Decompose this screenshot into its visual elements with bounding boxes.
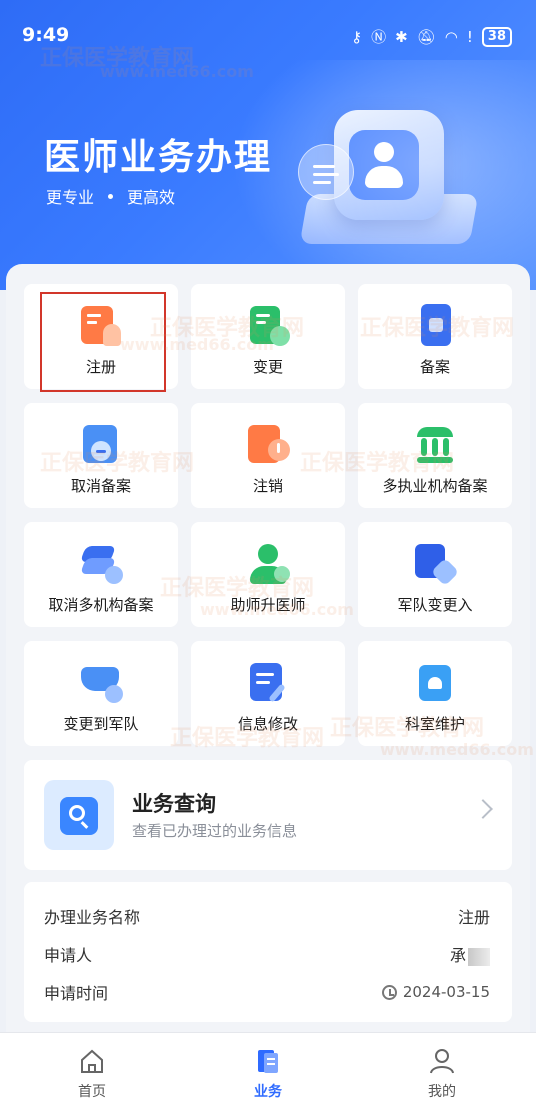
- alert-icon: !: [466, 27, 473, 46]
- tab-home[interactable]: 首页: [52, 1047, 132, 1101]
- record-applicant-value: 承: [449, 946, 466, 965]
- service-info-edit[interactable]: 信息修改: [191, 641, 345, 746]
- bottom-tab-bar: 首页 业务 我的: [0, 1032, 536, 1114]
- query-description: 查看已办理过的业务信息: [132, 822, 298, 840]
- assistant-upgrade-icon: [246, 542, 290, 586]
- service-label: 备案: [419, 358, 450, 376]
- service-register[interactable]: 注册: [24, 284, 178, 392]
- service-filing[interactable]: 备案: [358, 284, 512, 389]
- service-label: 注册: [85, 358, 116, 376]
- status-bar: 9:49 ⚷ Ⓝ ✱ 🔕︎ ◠ ! 38: [0, 0, 536, 68]
- register-icon: [79, 304, 123, 348]
- deregister-icon: [246, 423, 290, 467]
- redacted-mark: [468, 947, 490, 966]
- service-military-transfer-in[interactable]: 军队变更入: [358, 522, 512, 627]
- profile-icon: [428, 1047, 456, 1075]
- service-label: 助师升医师: [230, 596, 306, 614]
- status-time: 9:49: [22, 24, 70, 46]
- record-applicant-value-wrap: 承: [450, 942, 490, 966]
- tab-business[interactable]: 业务: [228, 1047, 308, 1101]
- clock-icon: [381, 984, 397, 1000]
- status-icons: ⚷ Ⓝ ✱ 🔕︎ ◠ ! 38: [351, 26, 512, 47]
- filing-icon: [413, 304, 457, 348]
- record-row-applicant: 申请人 承: [44, 942, 490, 966]
- nfc-icon: Ⓝ: [371, 28, 387, 46]
- record-name-value: 注册: [457, 908, 490, 927]
- separator-dot: [108, 193, 114, 199]
- service-label: 多执业机构备案: [382, 477, 488, 495]
- service-label: 信息修改: [237, 715, 298, 733]
- page-subtitle: 更专业 更高效: [46, 184, 175, 208]
- record-time-value: 2024-03-15: [402, 983, 490, 1001]
- service-grid: 注册 变更 备案 取消备案 注销 多执业机构备案 取消多机构备案 助师升医师 军…: [24, 284, 514, 746]
- recent-record-card[interactable]: 办理业务名称 注册 申请人 承 申请时间 2024-03-15: [24, 882, 512, 1022]
- military-transfer-in-icon: [413, 542, 460, 587]
- department-maintenance-icon: [413, 661, 457, 705]
- service-department-maintenance[interactable]: 科室维护: [358, 641, 512, 746]
- record-row-time: 申请时间 2024-03-15: [44, 980, 490, 1004]
- service-change-to-military[interactable]: 变更到军队: [24, 641, 178, 746]
- doctor-illustration: [294, 90, 484, 260]
- service-change[interactable]: 变更: [191, 284, 345, 389]
- service-label: 军队变更入: [397, 596, 473, 614]
- header-banner: 9:49 ⚷ Ⓝ ✱ 🔕︎ ◠ ! 38 医师业务办理 更专业 更高效: [0, 0, 536, 290]
- change-to-military-icon: [79, 661, 123, 705]
- key-icon: ⚷: [351, 27, 363, 46]
- service-label: 注销: [252, 477, 283, 495]
- service-cancel-multi-filing[interactable]: 取消多机构备案: [24, 522, 178, 627]
- battery-icon: 38: [481, 26, 512, 47]
- subtitle-1: 更专业: [46, 188, 95, 207]
- record-time-value-wrap: 2024-03-15: [381, 980, 490, 1004]
- search-icon: [44, 780, 114, 850]
- service-label: 取消备案: [70, 477, 131, 495]
- service-cancel-filing[interactable]: 取消备案: [24, 403, 178, 508]
- mute-icon: 🔕︎: [416, 27, 436, 46]
- tab-label: 业务: [254, 1084, 282, 1100]
- page-title: 医师业务办理: [44, 137, 273, 178]
- record-applicant-label: 申请人: [44, 946, 93, 965]
- record-row-name: 办理业务名称 注册: [44, 904, 490, 928]
- content-panel: 注册 变更 备案 取消备案 注销 多执业机构备案 取消多机构备案 助师升医师 军…: [6, 264, 530, 1034]
- record-name-label: 办理业务名称: [44, 908, 141, 927]
- subtitle-2: 更高效: [127, 188, 176, 207]
- service-assistant-upgrade[interactable]: 助师升医师: [191, 522, 345, 627]
- business-query-card[interactable]: 业务查询 查看已办理过的业务信息: [24, 760, 512, 870]
- wifi-icon: ◠: [444, 27, 458, 46]
- info-edit-icon: [246, 661, 290, 705]
- service-label: 科室维护: [404, 715, 465, 733]
- record-time-label: 申请时间: [44, 984, 109, 1003]
- business-icon: [254, 1047, 282, 1075]
- change-icon: [246, 304, 290, 348]
- service-label: 变更到军队: [63, 715, 139, 733]
- service-multi-institution-filing[interactable]: 多执业机构备案: [358, 403, 512, 508]
- query-title: 业务查询: [132, 792, 216, 816]
- service-label: 取消多机构备案: [48, 596, 154, 614]
- tab-profile[interactable]: 我的: [402, 1047, 482, 1101]
- bluetooth-icon: ✱: [395, 27, 408, 46]
- service-label: 变更: [252, 358, 283, 376]
- chevron-right-icon: [473, 799, 493, 819]
- tab-label: 我的: [428, 1084, 456, 1100]
- service-deregister[interactable]: 注销: [191, 403, 345, 508]
- multi-institution-filing-icon: [413, 423, 457, 467]
- cancel-multi-filing-icon: [79, 542, 123, 586]
- cancel-filing-icon: [79, 423, 123, 467]
- tab-label: 首页: [78, 1084, 106, 1100]
- home-icon: [78, 1047, 106, 1075]
